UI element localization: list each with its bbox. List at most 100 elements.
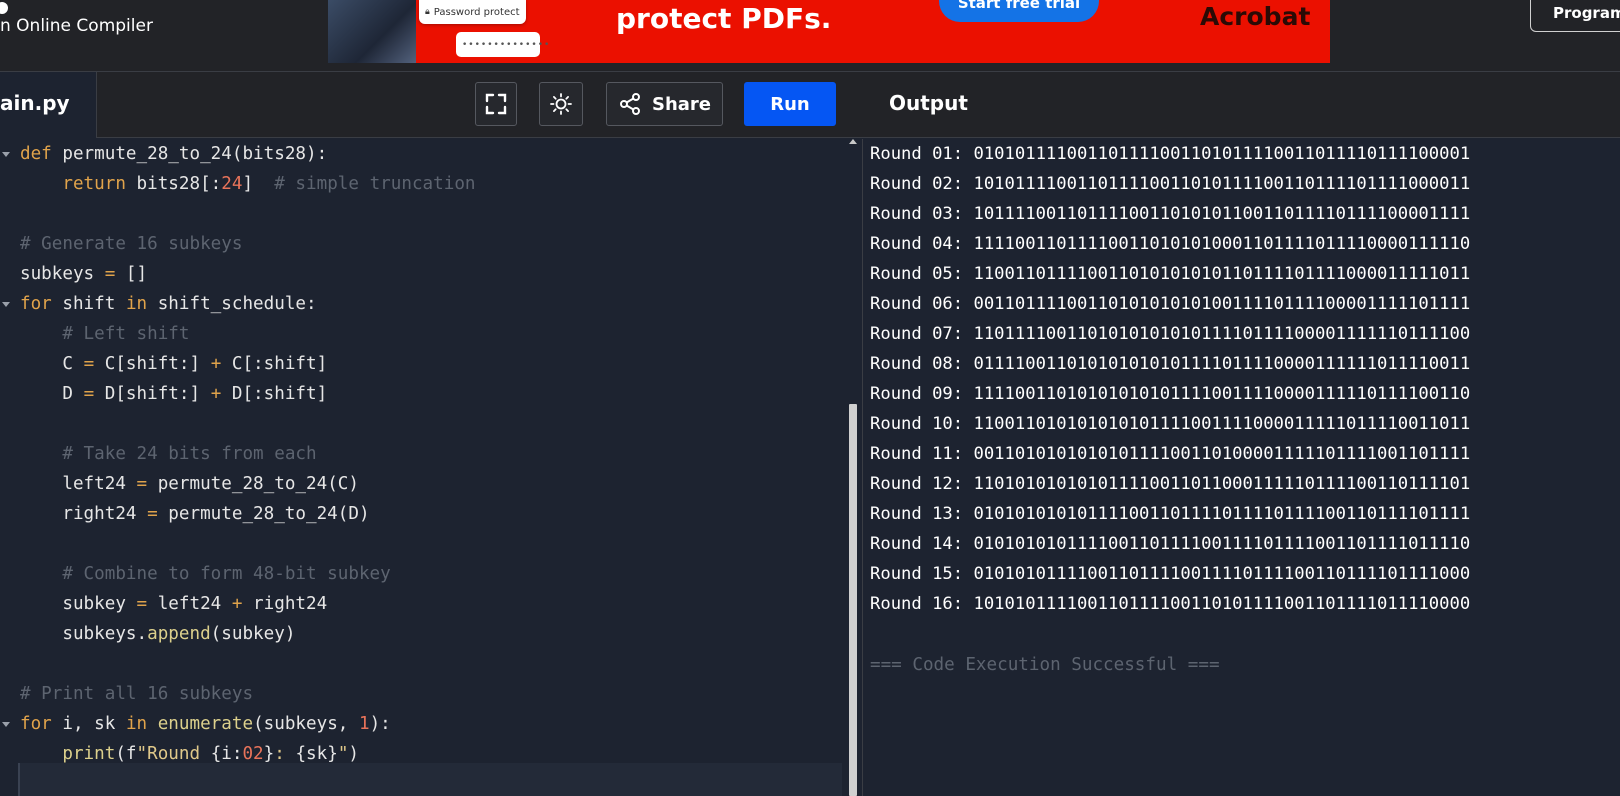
code-token: subkeys <box>20 264 105 284</box>
ad-password-field: •••••••••••••• <box>456 32 549 57</box>
output-line: Round 06: 001101111001101010101010011110… <box>870 294 1471 314</box>
code-token: # Take 24 bits from each <box>62 444 317 464</box>
code-line[interactable]: C = C[shift:] + C[:shift] <box>20 349 476 379</box>
code-line[interactable]: subkey = left24 + right24 <box>20 589 476 619</box>
brand[interactable]: n Online Compiler <box>0 2 153 36</box>
code-line[interactable]: # Combine to form 48-bit subkey <box>20 559 476 589</box>
code-token: i, sk <box>51 714 126 734</box>
ad-cta-button[interactable]: Start free trial <box>939 0 1099 22</box>
code-token: in <box>125 294 148 314</box>
fullscreen-button[interactable] <box>475 82 517 126</box>
code-token: "Round <box>136 744 211 764</box>
code-token: # Combine to form 48-bit subkey <box>62 564 391 584</box>
editor-scrollbar[interactable] <box>845 139 862 796</box>
code-line[interactable]: subkeys = [] <box>20 259 476 289</box>
code-line[interactable]: # Print all 16 subkeys <box>20 679 476 709</box>
fold-arrow-icon[interactable] <box>2 302 10 307</box>
code-token: in <box>125 714 148 734</box>
code-token: = <box>83 384 95 404</box>
code-line[interactable]: D = D[shift:] + D[:shift] <box>20 379 476 409</box>
scroll-up-arrow-icon[interactable] <box>849 139 857 144</box>
top-bar: n Online Compiler 🔒︎ Password protect ••… <box>0 0 1620 72</box>
code-line[interactable] <box>20 199 476 229</box>
share-label: Share <box>651 93 711 115</box>
code-token: : <box>274 744 296 764</box>
code-token: (subkeys, <box>253 714 359 734</box>
code-token: ] <box>242 174 275 194</box>
output-title: Output <box>889 91 968 115</box>
code-token: left24 <box>20 474 137 494</box>
code-token: # Print all 16 subkeys <box>20 684 254 704</box>
code-token: right24 <box>20 504 148 524</box>
code-token: shift_schedule: <box>147 294 317 314</box>
code-line[interactable]: left24 = permute_28_to_24(C) <box>20 469 476 499</box>
code-line[interactable] <box>20 649 476 679</box>
code-token: return <box>62 174 126 194</box>
output-line: Round 01: 010101111001101111001101011110… <box>870 144 1471 164</box>
output-line: Round 14: 010101010111100110111100111101… <box>870 534 1471 554</box>
code-line[interactable] <box>20 409 476 439</box>
code-line[interactable]: def permute_28_to_24(bits28): <box>20 139 476 169</box>
sun-icon <box>550 93 572 115</box>
code-token: = <box>104 264 116 284</box>
code-token: bits28[: <box>125 174 222 194</box>
code-token: for <box>20 294 52 314</box>
code-token: (subkey) <box>210 624 296 644</box>
brand-title: n Online Compiler <box>0 16 153 36</box>
code-token: = <box>83 354 95 374</box>
fold-arrow-icon[interactable] <box>2 152 10 157</box>
code-line[interactable]: for shift in shift_schedule: <box>20 289 476 319</box>
output-lines: Round 01: 010101111001101111001101011110… <box>870 139 1470 619</box>
code-token: {i: <box>210 744 243 764</box>
code-line[interactable]: return bits28[:24] # simple truncation <box>20 169 475 199</box>
code-token: def <box>20 144 52 164</box>
code-line[interactable]: # Left shift <box>20 319 476 349</box>
output-line: Round 16: 101010111100110111100110101111… <box>870 594 1471 614</box>
code-token: C <box>20 354 84 374</box>
fold-arrow-icon[interactable] <box>2 722 10 727</box>
share-icon <box>619 93 640 115</box>
code-token: print <box>62 744 116 764</box>
code-token: = <box>136 474 148 494</box>
code-token: + <box>231 594 243 614</box>
code-token: subkey <box>20 594 137 614</box>
code-line[interactable]: subkeys.append(subkey) <box>20 619 476 649</box>
code-token: permute_28_to_24(C) <box>147 474 359 494</box>
output-line: Round 02: 101011110011011110011010111100… <box>870 174 1471 194</box>
share-button[interactable]: Share <box>606 82 723 126</box>
code-line[interactable]: print(f"Round {i:02}: {sk}") <box>20 739 476 769</box>
code-token: {sk} <box>295 744 338 764</box>
file-tab[interactable]: ain.py <box>0 72 97 138</box>
ad-banner[interactable]: 🔒︎ Password protect •••••••••••••• prote… <box>328 0 1330 63</box>
code-editor[interactable]: def permute_28_to_24(bits28): return bit… <box>0 139 862 796</box>
code-token: subkeys. <box>20 624 148 644</box>
code-token: enumerate <box>157 714 254 734</box>
code-token: ) <box>348 744 359 764</box>
code-token: D[shift:] <box>94 384 211 404</box>
output-line: Round 13: 010101010101111001101111011110… <box>870 504 1471 524</box>
code-line[interactable]: # Generate 16 subkeys <box>20 229 476 259</box>
scrollbar-thumb[interactable] <box>849 404 857 796</box>
code-token: = <box>147 504 158 524</box>
output-line: Round 07: 110111100110101010101011110111… <box>870 324 1471 344</box>
code-line[interactable]: right24 = permute_28_to_24(D) <box>20 499 476 529</box>
code-lines[interactable]: def permute_28_to_24(bits28): return bit… <box>20 139 476 769</box>
fullscreen-icon <box>485 93 507 115</box>
code-token: permute_28_to_24(bits28): <box>51 144 328 164</box>
run-button[interactable]: Run <box>744 82 836 126</box>
programiz-pro-button[interactable]: Program <box>1530 0 1620 32</box>
code-token: C[:shift] <box>221 354 328 374</box>
output-panel: Round 01: 010101111001101111001101011110… <box>862 139 1620 796</box>
code-line[interactable] <box>20 529 476 559</box>
code-token: permute_28_to_24(D) <box>157 504 370 524</box>
output-line: Round 10: 110011010101010101111001111000… <box>870 414 1471 434</box>
code-token: = <box>136 594 148 614</box>
theme-toggle-button[interactable] <box>539 82 583 126</box>
code-line[interactable]: # Take 24 bits from each <box>20 439 476 469</box>
code-token: for <box>20 714 52 734</box>
code-token: right24 <box>242 594 328 614</box>
code-line[interactable]: for i, sk in enumerate(subkeys, 1): <box>20 709 476 739</box>
execution-status: === Code Execution Successful === <box>870 655 1220 675</box>
